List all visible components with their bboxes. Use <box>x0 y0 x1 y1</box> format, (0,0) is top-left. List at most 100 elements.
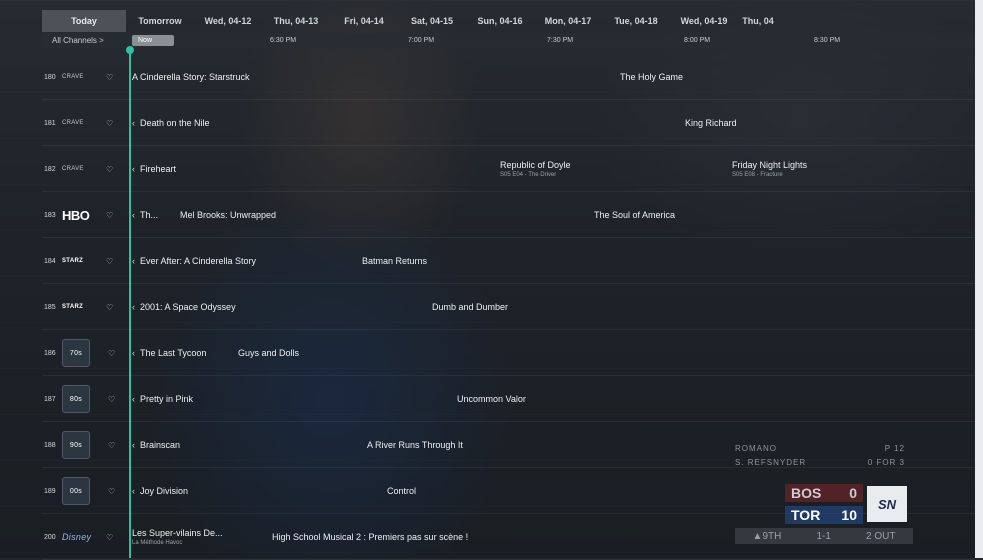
program-cell[interactable]: Uncommon Valor <box>457 377 526 421</box>
favorite-icon[interactable]: ♡ <box>106 165 113 174</box>
program-title: Fireheart <box>140 164 177 174</box>
date-tab[interactable]: Wed, 04-19 <box>670 10 738 32</box>
favorite-icon[interactable]: ♡ <box>108 487 115 496</box>
chevron-left-icon: ‹ <box>132 394 135 404</box>
program-title: Ever After: A Cinderella Story <box>140 256 257 266</box>
date-tab[interactable]: Thu, 04 <box>738 10 778 32</box>
all-channels-filter[interactable]: All Channels > <box>42 33 130 48</box>
favorite-icon[interactable]: ♡ <box>108 441 115 450</box>
program-title: Death on the Nile <box>140 118 210 128</box>
channel-cell[interactable]: 200 Disney ♡ <box>42 515 130 559</box>
channel-number: 183 <box>44 211 56 219</box>
chevron-left-icon: ‹ <box>132 256 135 266</box>
channel-cell[interactable]: 186 70s ♡ <box>42 331 130 375</box>
program-cell[interactable]: High School Musical 2 : Premiers pas sur… <box>272 515 468 559</box>
time-tick: 6:30 PM <box>270 37 297 44</box>
program-title: King Richard <box>685 118 737 128</box>
date-tab[interactable]: Tomorrow <box>126 10 194 32</box>
program-cell[interactable]: Mel Brooks: Unwrapped <box>180 193 276 237</box>
time-tick: 7:00 PM <box>408 37 435 44</box>
program-cell[interactable]: ‹ Brainscan <box>132 423 180 467</box>
program-title: Brainscan <box>140 440 181 450</box>
time-tick: 7:30 PM <box>547 37 574 44</box>
date-tab[interactable]: Wed, 04-12 <box>194 10 262 32</box>
channel-row: 184 STARZ ♡ ‹ Ever After: A Cinderella St… <box>42 239 975 284</box>
channel-cell[interactable]: 181 CRAVE ♡ <box>42 101 130 145</box>
program-cell[interactable]: ‹ Death on the Nile <box>132 101 210 145</box>
program-cell[interactable]: ‹ Th... <box>132 193 158 237</box>
program-cell[interactable]: ‹ Pretty in Pink <box>132 377 193 421</box>
date-tab[interactable]: Mon, 04-17 <box>534 10 602 32</box>
channel-cell[interactable]: 188 90s ♡ <box>42 423 130 467</box>
program-title: The Last Tycoon <box>140 348 207 358</box>
crave-logo: CRAVE <box>62 74 84 80</box>
channel-cell[interactable]: 184 STARZ ♡ <box>42 239 130 283</box>
episode-info: S05 E04 - The Driver <box>500 172 557 178</box>
program-cell[interactable]: The Soul of America <box>594 193 675 237</box>
batter-name: S. REFSNYDER <box>735 458 807 467</box>
now-marker[interactable]: Now <box>132 35 174 46</box>
channel-number: 182 <box>44 165 56 173</box>
program-cell[interactable]: ‹ 2001: A Space Odyssey <box>132 285 236 329</box>
program-cell[interactable]: ‹ Fireheart <box>132 147 176 191</box>
home-team: TOR <box>791 507 821 523</box>
date-tab[interactable]: Sun, 04-16 <box>466 10 534 32</box>
favorite-icon[interactable]: ♡ <box>106 533 113 542</box>
program-cell[interactable]: Les Super-vilains De... La Méthode Havoc <box>132 515 223 559</box>
channel-cell[interactable]: 182 CRAVE ♡ <box>42 147 130 191</box>
date-tab[interactable]: Sat, 04-15 <box>398 10 466 32</box>
program-cell[interactable]: ‹ The Last Tycoon <box>132 331 206 375</box>
sportsnet-logo: SN <box>867 486 907 522</box>
program-cell[interactable]: A River Runs Through It <box>367 423 463 467</box>
program-cell[interactable]: ‹ Ever After: A Cinderella Story <box>132 239 256 283</box>
channel-row: 186 70s ♡ ‹ The Last Tycoon Guys and Doll… <box>42 331 975 376</box>
channel-number: 187 <box>44 395 56 403</box>
favorite-icon[interactable]: ♡ <box>108 349 115 358</box>
away-team-score: BOS 0 <box>785 484 863 502</box>
starz-logo: STARZ <box>62 258 84 264</box>
program-cell[interactable]: Batman Returns <box>362 239 427 283</box>
program-cell[interactable]: King Richard <box>685 101 737 145</box>
tv-guide: Today Tomorrow Wed, 04-12 Thu, 04-13 Fri… <box>0 0 975 560</box>
date-tab[interactable]: Fri, 04-14 <box>330 10 398 32</box>
program-title: Republic of Doyle <box>500 160 571 170</box>
program-title: A Cinderella Story: Starstruck <box>132 72 250 82</box>
channel-row: 185 STARZ ♡ ‹ 2001: A Space Odyssey Dumb … <box>42 285 975 330</box>
favorite-icon[interactable]: ♡ <box>108 395 115 404</box>
channel-cell[interactable]: 187 80s ♡ <box>42 377 130 421</box>
channel-cell[interactable]: 185 STARZ ♡ <box>42 285 130 329</box>
favorite-icon[interactable]: ♡ <box>106 73 113 82</box>
hbo-logo: HBO <box>62 207 90 223</box>
date-tab-today[interactable]: Today <box>42 10 126 32</box>
chevron-left-icon: ‹ <box>132 210 135 220</box>
program-cell[interactable]: Control <box>387 469 416 513</box>
outs: 2 OUT <box>865 530 896 542</box>
program-cell[interactable]: ‹ Joy Division <box>132 469 188 513</box>
pitcher-line: ROMANO P 12 <box>735 444 905 453</box>
program-cell[interactable]: Republic of Doyle S05 E04 - The Driver <box>500 147 571 191</box>
program-title: Joy Division <box>140 486 189 496</box>
program-title: Uncommon Valor <box>457 394 526 404</box>
favorite-icon[interactable]: ♡ <box>106 303 113 312</box>
time-bar: All Channels > Now 6:30 PM 7:00 PM 7:30 … <box>42 33 975 48</box>
program-cell[interactable]: The Holy Game <box>620 55 683 99</box>
channel-cell[interactable]: 183 HBO ♡ <box>42 193 130 237</box>
channel-row: 180 CRAVE ♡ A Cinderella Story: Starstru… <box>42 55 975 100</box>
channel-number: 189 <box>44 487 56 495</box>
favorite-icon[interactable]: ♡ <box>106 257 113 266</box>
channel-cell[interactable]: 189 00s ♡ <box>42 469 130 513</box>
channel-logo-80s: 80s <box>62 385 90 413</box>
program-title: The Soul of America <box>594 210 676 220</box>
date-tab[interactable]: Thu, 04-13 <box>262 10 330 32</box>
program-cell[interactable]: Friday Night Lights S05 E08 - Fracture <box>732 147 807 191</box>
date-tab[interactable]: Tue, 04-18 <box>602 10 670 32</box>
channel-row: 182 CRAVE ♡ ‹ Fireheart Republic of Doyle… <box>42 147 975 192</box>
program-cell[interactable]: Guys and Dolls <box>238 331 299 375</box>
favorite-icon[interactable]: ♡ <box>106 119 113 128</box>
channel-cell[interactable]: 180 CRAVE ♡ <box>42 55 130 99</box>
program-cell[interactable]: A Cinderella Story: Starstruck <box>132 55 250 99</box>
program-cell[interactable]: Dumb and Dumber <box>432 285 508 329</box>
home-team-score: TOR 10 <box>785 506 863 524</box>
program-title: A River Runs Through It <box>367 440 463 450</box>
favorite-icon[interactable]: ♡ <box>106 211 113 220</box>
